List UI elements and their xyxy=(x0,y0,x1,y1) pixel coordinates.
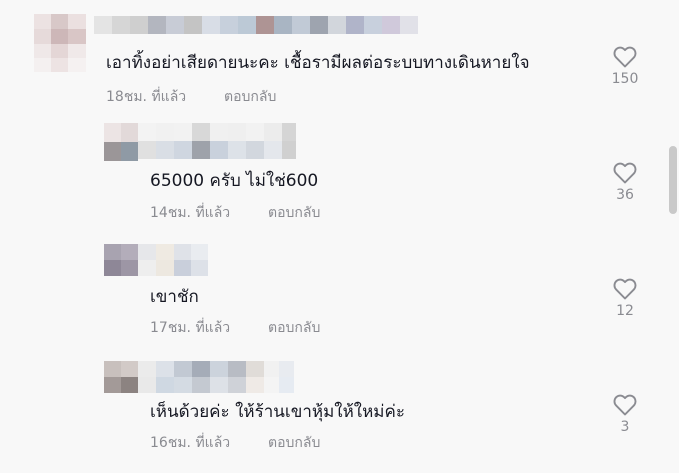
reply-button[interactable]: ตอบกลับ xyxy=(268,434,320,452)
heart-outline-icon xyxy=(605,394,645,416)
like-button[interactable]: 36 xyxy=(605,162,645,204)
comment-text: 65000 ครับ ไม่ใช่600 xyxy=(150,171,319,191)
heart-outline-icon xyxy=(605,46,645,68)
like-button[interactable]: 150 xyxy=(605,46,645,88)
avatar[interactable] xyxy=(34,14,86,72)
like-count: 150 xyxy=(611,71,639,87)
like-button[interactable]: 3 xyxy=(605,394,645,436)
avatar[interactable] xyxy=(104,244,138,276)
comment-timestamp: 16ชม. ที่แล้ว xyxy=(150,435,231,451)
comment-timestamp: 14ชม. ที่แล้ว xyxy=(150,205,231,221)
comment-text: เขาชัก xyxy=(150,287,199,307)
avatar[interactable] xyxy=(104,123,138,161)
like-count: 12 xyxy=(616,303,634,319)
like-button[interactable]: 12 xyxy=(605,278,645,320)
comment-item: เขาชัก 17ชม. ที่แล้ว ตอบกลับ 12 xyxy=(0,230,679,345)
heart-outline-icon xyxy=(605,278,645,300)
heart-outline-icon xyxy=(605,162,645,184)
reply-button[interactable]: ตอบกลับ xyxy=(268,319,320,337)
like-count: 3 xyxy=(620,419,630,435)
username-redacted[interactable] xyxy=(138,244,208,276)
comment-item: 65000 ครับ ไม่ใช่600 14ชม. ที่แล้ว ตอบกล… xyxy=(0,115,679,230)
username-redacted[interactable] xyxy=(138,123,296,159)
comment-text: เห็นด้วยค่ะ ให้ร้านเขาหุ้มให้ใหม่ค่ะ xyxy=(150,402,406,422)
username-redacted[interactable] xyxy=(138,361,294,393)
comment-text: เอาทิ้งอย่าเสียดายนะคะ เชื้อรามีผลต่อระบ… xyxy=(106,53,530,73)
comment-timestamp: 17ชม. ที่แล้ว xyxy=(150,320,231,336)
comment-timestamp: 18ชม. ที่แล้ว xyxy=(106,89,187,105)
scrollbar-thumb[interactable] xyxy=(669,146,677,214)
username-redacted[interactable] xyxy=(94,16,418,34)
comment-item: เห็นด้วยค่ะ ให้ร้านเขาหุ้มให้ใหม่ค่ะ 16ช… xyxy=(0,345,679,473)
like-count: 36 xyxy=(616,187,634,203)
avatar[interactable] xyxy=(104,361,138,393)
comment-item: เอาทิ้งอย่าเสียดายนะคะ เชื้อรามีผลต่อระบ… xyxy=(0,0,679,115)
reply-button[interactable]: ตอบกลับ xyxy=(268,204,320,222)
reply-button[interactable]: ตอบกลับ xyxy=(224,88,276,106)
